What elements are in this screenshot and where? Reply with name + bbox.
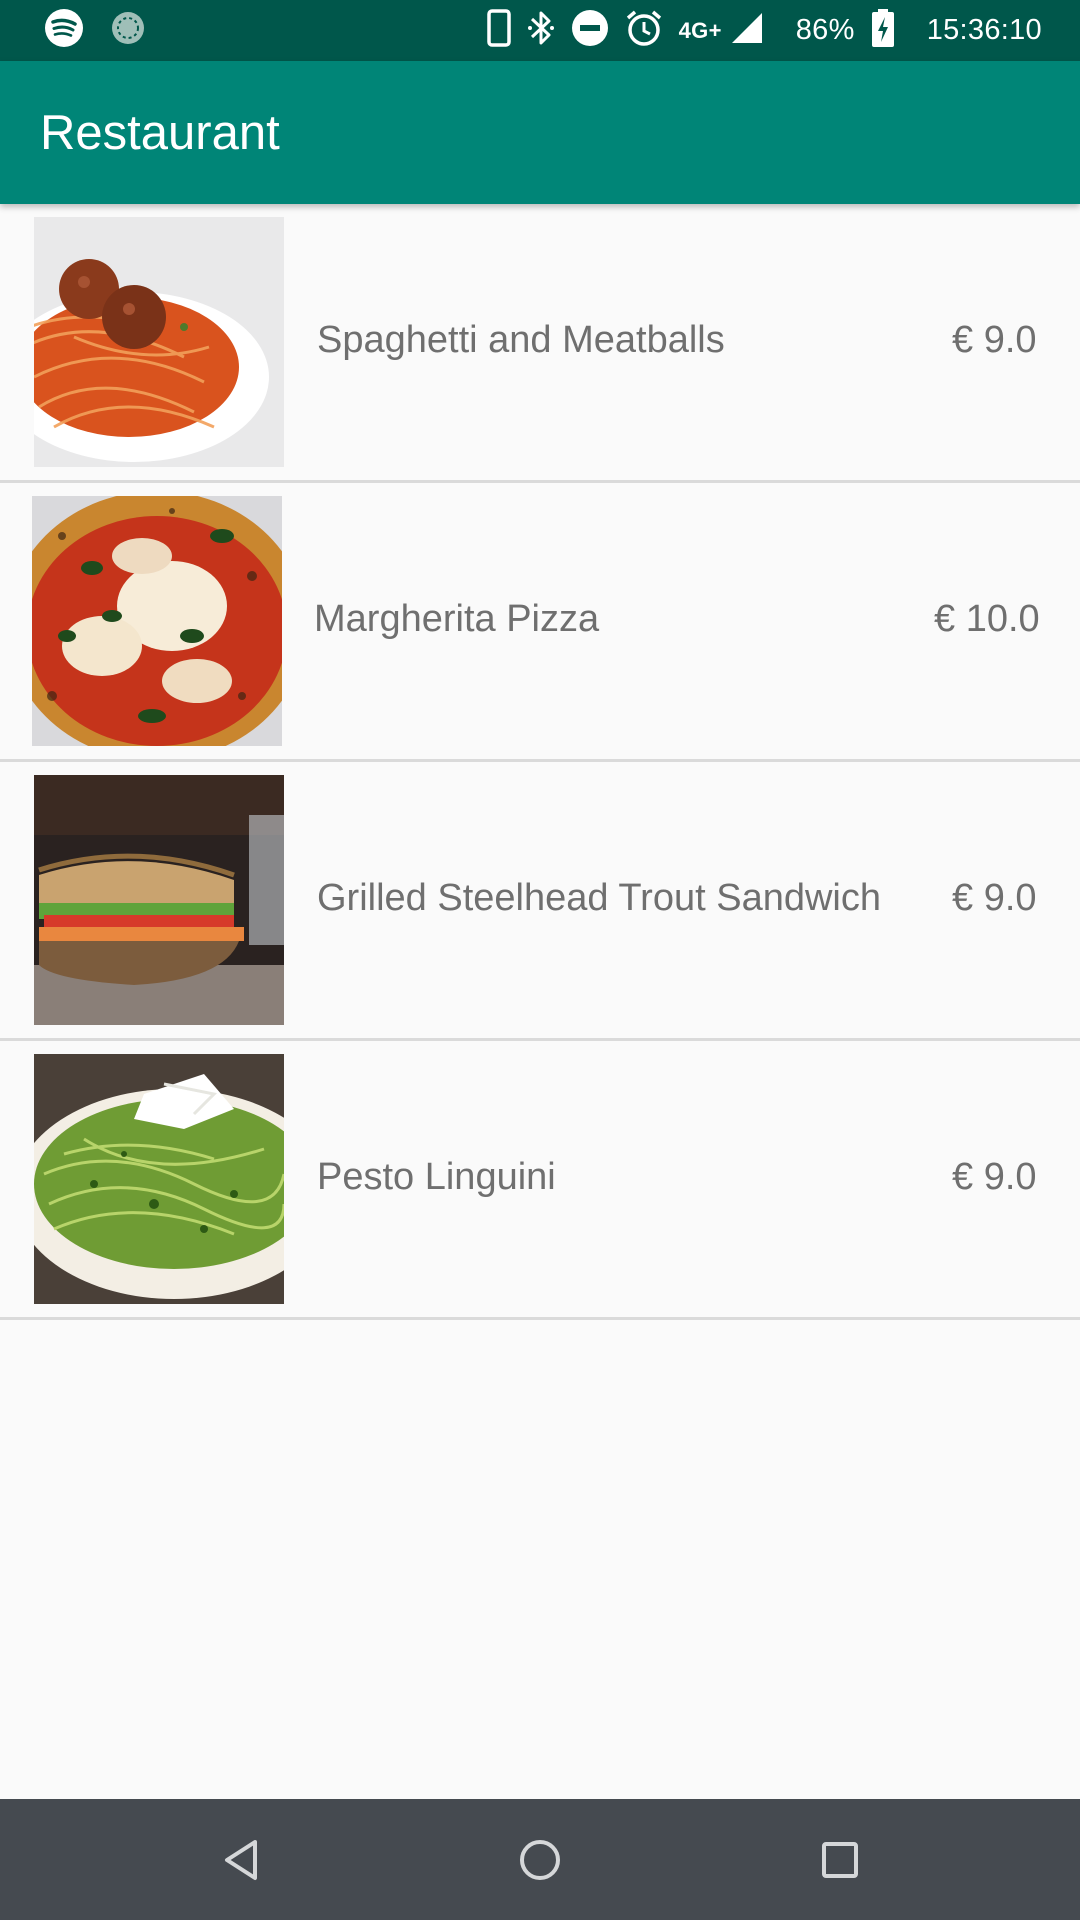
dish-name: Spaghetti and Meatballs [317, 319, 725, 361]
pesto-linguini-photo [34, 1054, 284, 1304]
menu-item[interactable]: Pesto Linguini € 9.0 [0, 1041, 1080, 1320]
network-type: 4G+ [678, 17, 722, 43]
margherita-pizza-photo [32, 496, 282, 746]
menu-item[interactable]: Grilled Steelhead Trout Sandwich € 9.0 [0, 762, 1080, 1041]
trout-sandwich-photo [34, 775, 284, 1025]
status-bar: 4G+ 86% 15:36:10 [0, 0, 1080, 61]
alarm-icon [625, 9, 663, 52]
dish-name: Grilled Steelhead Trout Sandwich [317, 877, 881, 919]
screen: 4G+ 86% 15:36:10 Restaurant Spaghetti an… [0, 0, 1080, 1920]
battery-percent: 86% [795, 14, 855, 46]
app-bar: Restaurant [0, 61, 1080, 204]
clock: 15:36:10 [926, 14, 1042, 46]
dish-price: € 9.0 [952, 1156, 1037, 1198]
dish-name: Margherita Pizza [314, 598, 600, 640]
menu-list: Spaghetti and Meatballs € 9.0 Margherita… [0, 204, 1080, 1320]
dish-price: € 9.0 [952, 877, 1037, 919]
bluetooth-icon [527, 9, 555, 52]
dish-price: € 10.0 [934, 598, 1040, 640]
battery-charging-icon [871, 8, 895, 53]
app-title: Restaurant [40, 105, 280, 160]
spaghetti-meatballs-photo [34, 217, 284, 467]
menu-item[interactable]: Margherita Pizza € 10.0 [0, 483, 1080, 762]
home-icon[interactable] [515, 1835, 565, 1885]
phone-icon [486, 9, 511, 52]
sync-icon [110, 10, 146, 51]
nav-bar [0, 1799, 1080, 1920]
dnd-icon [571, 9, 609, 52]
recents-icon[interactable] [815, 1835, 865, 1885]
menu-item[interactable]: Spaghetti and Meatballs € 9.0 [0, 204, 1080, 483]
dish-price: € 9.0 [952, 319, 1037, 361]
back-icon[interactable] [216, 1835, 266, 1885]
dish-name: Pesto Linguini [317, 1156, 556, 1198]
signal-icon [730, 11, 764, 50]
spotify-icon [44, 8, 84, 53]
